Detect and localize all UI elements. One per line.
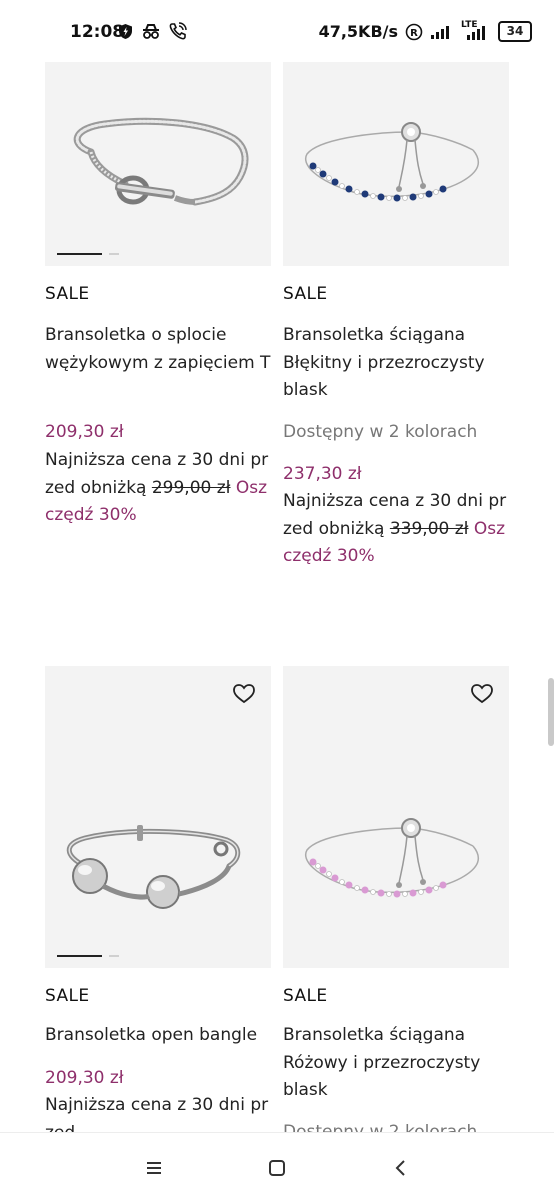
bracelet-image <box>304 818 480 898</box>
scrollbar[interactable] <box>548 678 554 746</box>
status-time: 12:08 <box>70 22 125 42</box>
sale-label: SALE <box>45 986 90 1006</box>
old-price: 299,00 zł <box>151 477 231 498</box>
product-title[interactable]: Bransoletka open bangle <box>45 1022 271 1050</box>
signal-icon <box>431 25 449 39</box>
product-price: 237,30 zł <box>283 464 362 484</box>
product-card[interactable]: SALE Bransoletka ściągana Błękitny i prz… <box>283 52 509 612</box>
menu-icon[interactable] <box>141 1155 167 1181</box>
old-price: 339,00 zł <box>389 518 469 539</box>
status-bar: 12:08 47,5KB/s R LTE 34 <box>0 0 554 62</box>
sale-label: SALE <box>283 284 328 304</box>
svg-text:R: R <box>410 28 418 39</box>
product-card[interactable]: SALE Bransoletka open bangle 209,30 zł N… <box>45 666 271 1143</box>
bracelet-image <box>304 122 480 202</box>
image-pager[interactable] <box>57 955 119 957</box>
network-speed: 47,5KB/s <box>318 22 398 41</box>
bracelet-image <box>73 117 249 206</box>
product-image-snake-chain-bracelet[interactable] <box>45 52 271 266</box>
sale-label: SALE <box>283 986 328 1006</box>
home-icon[interactable] <box>264 1155 290 1181</box>
lowest-price-info: Najniższa cena z 30 dni przed obniżką 33… <box>283 491 507 566</box>
lowest-price-info: Najniższa cena z 30 dni przed obniżką 29… <box>45 450 269 525</box>
shield-icon <box>119 23 132 39</box>
navigation-bar <box>0 1132 554 1201</box>
sale-label: SALE <box>45 284 90 304</box>
battery-icon: 34 <box>498 21 532 42</box>
product-title[interactable]: Bransoletka o splocie wężykowym z zapięc… <box>45 322 271 377</box>
product-title[interactable]: Bransoletka ściągana Różowy i przezroczy… <box>283 1022 509 1105</box>
wifi-call-icon <box>169 22 187 40</box>
product-image-pink-sliding-bracelet[interactable] <box>283 666 509 968</box>
registered-icon: R <box>405 23 423 40</box>
product-price: 209,30 zł <box>45 422 124 442</box>
product-title[interactable]: Bransoletka ściągana Błękitny i przezroc… <box>283 322 509 405</box>
product-image-blue-sliding-bracelet[interactable] <box>283 52 509 266</box>
bracelet-image <box>66 825 241 909</box>
color-availability: Dostępny w 2 kolorach <box>283 422 478 442</box>
product-card[interactable]: SALE Bransoletka o splocie wężykowym z z… <box>45 52 271 612</box>
back-icon[interactable] <box>388 1155 414 1181</box>
lte-signal-icon: LTE <box>461 20 491 41</box>
product-image-open-bangle[interactable] <box>45 666 271 968</box>
product-price: 209,30 zł <box>45 1068 124 1088</box>
product-card[interactable]: SALE Bransoletka ściągana Różowy i przez… <box>283 666 509 1142</box>
incognito-icon <box>143 23 159 39</box>
image-pager[interactable] <box>57 253 119 255</box>
